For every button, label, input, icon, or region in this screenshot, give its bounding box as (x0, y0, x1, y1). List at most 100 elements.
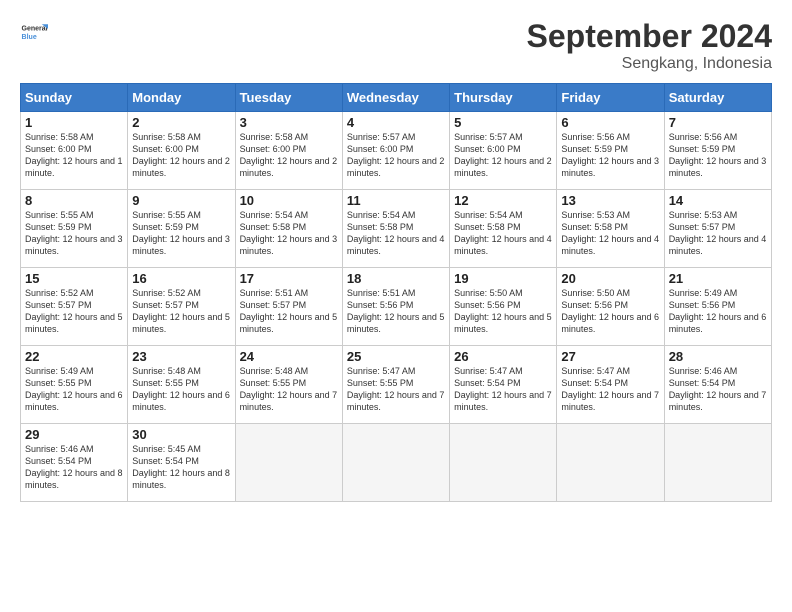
day-number: 29 (25, 427, 123, 442)
calendar-cell: 22 Sunrise: 5:49 AMSunset: 5:55 PMDaylig… (21, 346, 128, 424)
location: Sengkang, Indonesia (527, 55, 772, 73)
page-container: General Blue September 2024 Sengkang, In… (0, 0, 792, 512)
day-info: Sunrise: 5:52 AMSunset: 5:57 PMDaylight:… (132, 287, 230, 336)
day-number: 27 (561, 349, 659, 364)
day-number: 18 (347, 271, 445, 286)
day-info: Sunrise: 5:55 AMSunset: 5:59 PMDaylight:… (25, 209, 123, 258)
day-number: 23 (132, 349, 230, 364)
calendar-cell (235, 424, 342, 502)
calendar-cell: 26 Sunrise: 5:47 AMSunset: 5:54 PMDaylig… (450, 346, 557, 424)
calendar-cell: 11 Sunrise: 5:54 AMSunset: 5:58 PMDaylig… (342, 190, 449, 268)
day-info: Sunrise: 5:47 AMSunset: 5:54 PMDaylight:… (561, 365, 659, 414)
calendar-table: Sunday Monday Tuesday Wednesday Thursday… (20, 83, 772, 502)
logo-icon: General Blue (20, 18, 48, 46)
calendar-cell: 8 Sunrise: 5:55 AMSunset: 5:59 PMDayligh… (21, 190, 128, 268)
day-info: Sunrise: 5:56 AMSunset: 5:59 PMDaylight:… (669, 131, 767, 180)
col-thursday: Thursday (450, 84, 557, 112)
calendar-week-2: 8 Sunrise: 5:55 AMSunset: 5:59 PMDayligh… (21, 190, 772, 268)
header: General Blue September 2024 Sengkang, In… (20, 18, 772, 73)
day-number: 16 (132, 271, 230, 286)
calendar-week-4: 22 Sunrise: 5:49 AMSunset: 5:55 PMDaylig… (21, 346, 772, 424)
day-info: Sunrise: 5:50 AMSunset: 5:56 PMDaylight:… (561, 287, 659, 336)
day-info: Sunrise: 5:46 AMSunset: 5:54 PMDaylight:… (25, 443, 123, 492)
svg-text:General: General (22, 25, 48, 32)
day-number: 22 (25, 349, 123, 364)
day-info: Sunrise: 5:47 AMSunset: 5:55 PMDaylight:… (347, 365, 445, 414)
day-info: Sunrise: 5:52 AMSunset: 5:57 PMDaylight:… (25, 287, 123, 336)
calendar-cell (664, 424, 771, 502)
day-number: 8 (25, 193, 123, 208)
day-info: Sunrise: 5:48 AMSunset: 5:55 PMDaylight:… (240, 365, 338, 414)
calendar-cell: 7 Sunrise: 5:56 AMSunset: 5:59 PMDayligh… (664, 112, 771, 190)
calendar-cell: 5 Sunrise: 5:57 AMSunset: 6:00 PMDayligh… (450, 112, 557, 190)
day-number: 28 (669, 349, 767, 364)
calendar-cell: 28 Sunrise: 5:46 AMSunset: 5:54 PMDaylig… (664, 346, 771, 424)
svg-text:Blue: Blue (22, 34, 37, 41)
day-number: 19 (454, 271, 552, 286)
day-info: Sunrise: 5:57 AMSunset: 6:00 PMDaylight:… (454, 131, 552, 180)
day-number: 30 (132, 427, 230, 442)
calendar-cell: 13 Sunrise: 5:53 AMSunset: 5:58 PMDaylig… (557, 190, 664, 268)
day-number: 11 (347, 193, 445, 208)
calendar-cell (342, 424, 449, 502)
day-info: Sunrise: 5:54 AMSunset: 5:58 PMDaylight:… (240, 209, 338, 258)
day-number: 10 (240, 193, 338, 208)
day-number: 15 (25, 271, 123, 286)
calendar-week-1: 1 Sunrise: 5:58 AMSunset: 6:00 PMDayligh… (21, 112, 772, 190)
day-number: 14 (669, 193, 767, 208)
day-number: 9 (132, 193, 230, 208)
calendar-cell: 3 Sunrise: 5:58 AMSunset: 6:00 PMDayligh… (235, 112, 342, 190)
day-info: Sunrise: 5:57 AMSunset: 6:00 PMDaylight:… (347, 131, 445, 180)
day-number: 1 (25, 115, 123, 130)
day-info: Sunrise: 5:53 AMSunset: 5:58 PMDaylight:… (561, 209, 659, 258)
col-tuesday: Tuesday (235, 84, 342, 112)
calendar-cell: 12 Sunrise: 5:54 AMSunset: 5:58 PMDaylig… (450, 190, 557, 268)
calendar-cell (450, 424, 557, 502)
day-number: 3 (240, 115, 338, 130)
header-row: Sunday Monday Tuesday Wednesday Thursday… (21, 84, 772, 112)
calendar-body: 1 Sunrise: 5:58 AMSunset: 6:00 PMDayligh… (21, 112, 772, 502)
day-number: 20 (561, 271, 659, 286)
day-info: Sunrise: 5:46 AMSunset: 5:54 PMDaylight:… (669, 365, 767, 414)
col-saturday: Saturday (664, 84, 771, 112)
calendar-cell (557, 424, 664, 502)
month-title: September 2024 (527, 18, 772, 55)
day-info: Sunrise: 5:47 AMSunset: 5:54 PMDaylight:… (454, 365, 552, 414)
calendar-cell: 30 Sunrise: 5:45 AMSunset: 5:54 PMDaylig… (128, 424, 235, 502)
calendar-cell: 16 Sunrise: 5:52 AMSunset: 5:57 PMDaylig… (128, 268, 235, 346)
day-info: Sunrise: 5:55 AMSunset: 5:59 PMDaylight:… (132, 209, 230, 258)
day-number: 12 (454, 193, 552, 208)
day-info: Sunrise: 5:48 AMSunset: 5:55 PMDaylight:… (132, 365, 230, 414)
day-info: Sunrise: 5:53 AMSunset: 5:57 PMDaylight:… (669, 209, 767, 258)
calendar-cell: 29 Sunrise: 5:46 AMSunset: 5:54 PMDaylig… (21, 424, 128, 502)
day-number: 26 (454, 349, 552, 364)
calendar-cell: 18 Sunrise: 5:51 AMSunset: 5:56 PMDaylig… (342, 268, 449, 346)
day-info: Sunrise: 5:49 AMSunset: 5:55 PMDaylight:… (25, 365, 123, 414)
col-wednesday: Wednesday (342, 84, 449, 112)
calendar-cell: 6 Sunrise: 5:56 AMSunset: 5:59 PMDayligh… (557, 112, 664, 190)
day-info: Sunrise: 5:49 AMSunset: 5:56 PMDaylight:… (669, 287, 767, 336)
calendar-cell: 27 Sunrise: 5:47 AMSunset: 5:54 PMDaylig… (557, 346, 664, 424)
day-number: 21 (669, 271, 767, 286)
calendar-cell: 14 Sunrise: 5:53 AMSunset: 5:57 PMDaylig… (664, 190, 771, 268)
calendar-cell: 20 Sunrise: 5:50 AMSunset: 5:56 PMDaylig… (557, 268, 664, 346)
day-info: Sunrise: 5:54 AMSunset: 5:58 PMDaylight:… (347, 209, 445, 258)
day-number: 2 (132, 115, 230, 130)
day-number: 5 (454, 115, 552, 130)
day-number: 17 (240, 271, 338, 286)
day-info: Sunrise: 5:56 AMSunset: 5:59 PMDaylight:… (561, 131, 659, 180)
day-info: Sunrise: 5:51 AMSunset: 5:56 PMDaylight:… (347, 287, 445, 336)
calendar-week-3: 15 Sunrise: 5:52 AMSunset: 5:57 PMDaylig… (21, 268, 772, 346)
calendar-cell: 1 Sunrise: 5:58 AMSunset: 6:00 PMDayligh… (21, 112, 128, 190)
calendar-cell: 2 Sunrise: 5:58 AMSunset: 6:00 PMDayligh… (128, 112, 235, 190)
calendar-cell: 9 Sunrise: 5:55 AMSunset: 5:59 PMDayligh… (128, 190, 235, 268)
calendar-week-5: 29 Sunrise: 5:46 AMSunset: 5:54 PMDaylig… (21, 424, 772, 502)
calendar-cell: 10 Sunrise: 5:54 AMSunset: 5:58 PMDaylig… (235, 190, 342, 268)
day-number: 25 (347, 349, 445, 364)
calendar-cell: 4 Sunrise: 5:57 AMSunset: 6:00 PMDayligh… (342, 112, 449, 190)
day-number: 4 (347, 115, 445, 130)
day-info: Sunrise: 5:54 AMSunset: 5:58 PMDaylight:… (454, 209, 552, 258)
calendar-cell: 19 Sunrise: 5:50 AMSunset: 5:56 PMDaylig… (450, 268, 557, 346)
calendar-cell: 25 Sunrise: 5:47 AMSunset: 5:55 PMDaylig… (342, 346, 449, 424)
day-number: 13 (561, 193, 659, 208)
